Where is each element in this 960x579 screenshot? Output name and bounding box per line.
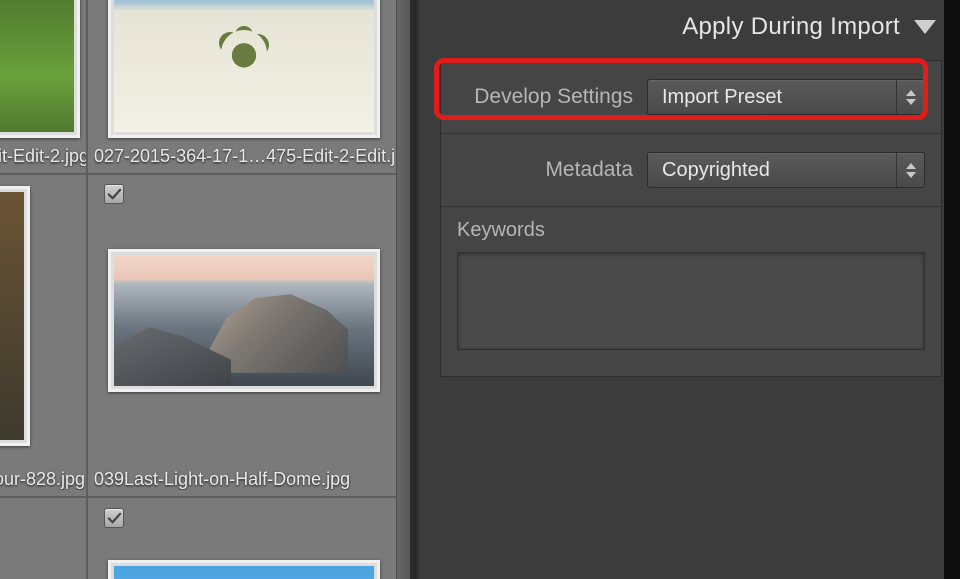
grid-scrollbar[interactable] xyxy=(396,0,410,579)
disclosure-triangle-icon[interactable] xyxy=(914,20,936,34)
thumbnail-image xyxy=(114,255,374,386)
thumbnail-caption: 027-2015-364-17-1…475-Edit-2-Edit.jpg xyxy=(94,146,394,167)
thumbnail-checkbox[interactable] xyxy=(104,184,124,204)
grid-divider-horizontal xyxy=(0,173,410,175)
thumbnail-caption: our-828.jpg xyxy=(0,469,86,490)
thumbnail[interactable] xyxy=(108,0,380,138)
thumbnail-image xyxy=(0,0,74,132)
thumbnail[interactable] xyxy=(0,186,30,446)
keywords-label: Keywords xyxy=(457,219,925,242)
metadata-row: Metadata Copyrighted xyxy=(441,134,941,207)
keywords-row: Keywords xyxy=(441,207,941,376)
panel-header[interactable]: Apply During Import xyxy=(440,0,942,54)
chevron-up-icon xyxy=(906,163,916,169)
thumbnail-image xyxy=(114,0,374,132)
checkmark-icon xyxy=(107,187,122,202)
grid-divider-horizontal xyxy=(0,496,410,498)
metadata-value: Copyrighted xyxy=(662,159,770,182)
checkmark-icon xyxy=(107,511,122,526)
metadata-select[interactable]: Copyrighted xyxy=(647,152,925,188)
thumbnail-checkbox[interactable] xyxy=(104,508,124,528)
thumbnail-caption: it-Edit-2.jpg xyxy=(0,146,86,167)
thumbnail[interactable] xyxy=(108,560,380,579)
keywords-input[interactable] xyxy=(457,252,925,350)
thumbnail[interactable] xyxy=(108,249,380,392)
thumbnail-grid[interactable]: it-Edit-2.jpg 027-2015-364-17-1…475-Edit… xyxy=(0,0,414,579)
right-panel: Apply During Import Develop Settings Imp… xyxy=(414,0,960,579)
grid-divider-vertical xyxy=(86,0,88,579)
tutorial-highlight xyxy=(434,58,928,120)
chevron-down-icon xyxy=(906,172,916,178)
thumbnail[interactable] xyxy=(0,0,80,138)
metadata-label: Metadata xyxy=(457,158,633,182)
select-stepper-icon[interactable] xyxy=(896,153,924,187)
thumbnail-caption: 039Last-Light-on-Half-Dome.jpg xyxy=(94,469,404,490)
panel-edge xyxy=(944,0,960,579)
thumbnail-image xyxy=(114,566,374,579)
app-root: it-Edit-2.jpg 027-2015-364-17-1…475-Edit… xyxy=(0,0,960,579)
thumbnail-image xyxy=(0,192,24,440)
panel-title: Apply During Import xyxy=(682,13,900,41)
